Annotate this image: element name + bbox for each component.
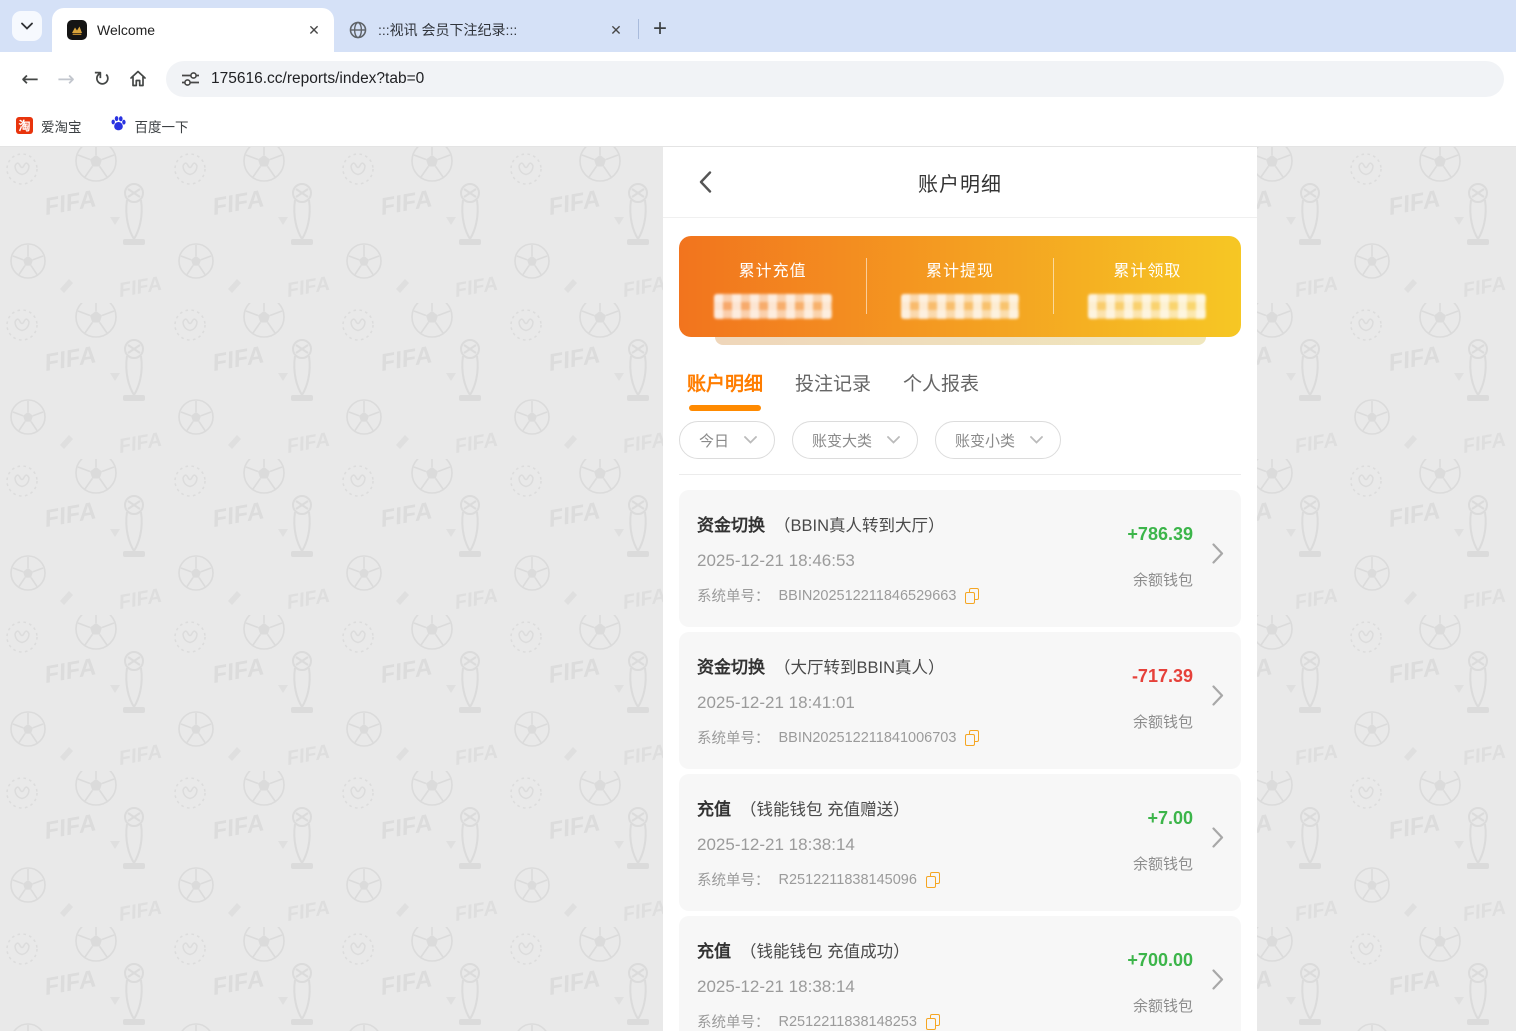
browser-toolbar: ← → ↻ 175616.cc/reports/index?tab=0 [0,52,1516,105]
bookmark-label: 爱淘宝 [41,119,82,135]
filter-major-category-select[interactable]: 账变大类 [792,421,919,459]
bookmark-label: 百度一下 [134,119,189,135]
filter-row: 今日 账变大类 账变小类 [679,411,1241,475]
browser-window: Welcome ✕ :::视讯 会员下注纪录::: ✕ + ← → ↻ 1756… [0,0,1516,1031]
bookmarks-bar: 淘 爱淘宝 百度一下 [0,105,1516,147]
record-detail: （钱能钱包 充值成功） [740,943,910,961]
summary-label: 累计领取 [1113,263,1182,280]
record-wallet: 余额钱包 [1132,998,1193,1015]
summary-label: 累计提现 [925,263,994,280]
chevron-right-icon[interactable] [1212,827,1224,853]
chevron-down-icon [21,22,33,30]
record-type: 资金切换 [697,516,765,535]
chevron-right-icon[interactable] [1212,685,1224,711]
chevron-down-icon [744,436,757,444]
bookmark-baidu[interactable]: 百度一下 [110,115,189,137]
order-label: 系统单号： [697,873,770,889]
browser-tab-records[interactable]: :::视讯 会员下注纪录::: ✕ [334,8,634,52]
summary-label: 累计充值 [738,263,807,280]
tab-title: :::视讯 会员下注纪录::: [378,22,518,38]
masked-value [900,294,1019,319]
back-chevron-icon[interactable] [691,168,719,196]
tab-bet-records[interactable]: 投注记录 [795,369,871,411]
tab-divider [638,19,639,39]
order-number: BBIN202512211841006703 [778,729,957,746]
record-list: 资金切换 （BBIN真人转到大厅） 2025-12-21 18:46:53 系统… [679,475,1241,1031]
masked-value [713,294,832,319]
page-title: 账户明细 [918,173,1002,196]
tab-search-button[interactable] [12,11,42,41]
record-card[interactable]: 资金切换 （大厅转到BBIN真人） 2025-12-21 18:41:01 系统… [679,632,1241,769]
chevron-right-icon[interactable] [1212,969,1224,995]
summary-total-claimed: 累计领取 [1054,236,1241,337]
filter-date-select[interactable]: 今日 [679,421,776,459]
close-tab-icon[interactable]: ✕ [606,20,626,40]
summary-card-shadow-strip [714,337,1206,345]
chevron-down-icon [1030,436,1043,444]
order-label: 系统单号： [697,589,770,605]
copy-icon[interactable] [925,1014,940,1030]
address-bar[interactable]: 175616.cc/reports/index?tab=0 [166,60,1504,97]
filter-label: 账变小类 [955,432,1016,450]
site-settings-icon[interactable] [182,71,199,86]
record-amount: +700.00 [1127,950,1193,970]
globe-icon [348,20,368,40]
record-detail: （大厅转到BBIN真人） [774,659,945,677]
record-wallet: 余额钱包 [1132,856,1193,873]
copy-icon[interactable] [965,730,980,746]
filter-minor-category-select[interactable]: 账变小类 [935,421,1062,459]
new-tab-button[interactable]: + [645,14,675,44]
filter-label: 账变大类 [812,432,873,450]
filter-label: 今日 [699,432,730,450]
forward-button[interactable]: → [48,61,84,97]
tab-account-detail[interactable]: 账户明细 [687,369,763,411]
record-detail: （BBIN真人转到大厅） [774,517,945,535]
chevron-down-icon [887,436,900,444]
record-amount: -717.39 [1131,666,1193,686]
order-label: 系统单号： [697,731,770,747]
tab-strip: Welcome ✕ :::视讯 会员下注纪录::: ✕ + [0,0,1516,52]
copy-icon[interactable] [925,872,940,888]
record-amount: +7.00 [1147,808,1193,828]
record-wallet: 余额钱包 [1132,714,1193,731]
reload-button[interactable]: ↻ [84,61,120,97]
bookmark-aitaobao[interactable]: 淘 爱淘宝 [16,116,82,136]
order-number: R2512211838148253 [778,1013,917,1030]
browser-tab-welcome[interactable]: Welcome ✕ [52,8,334,52]
order-number: BBIN202512211846529663 [778,587,957,604]
back-button[interactable]: ← [12,61,48,97]
tab-title: Welcome [97,22,156,38]
url-text[interactable]: 175616.cc/reports/index?tab=0 [211,70,424,88]
taobao-icon: 淘 [16,117,33,134]
summary-card: 累计充值 累计提现 累计领取 [679,236,1241,337]
order-label: 系统单号： [697,1015,770,1031]
summary-total-withdraw: 累计提现 [866,236,1053,337]
record-detail: （钱能钱包 充值赠送） [740,801,910,819]
record-amount: +786.39 [1127,524,1193,544]
summary-total-deposit: 累计充值 [679,236,866,337]
report-tabs: 账户明细 投注记录 个人报表 [679,345,1241,411]
summary-divider [1052,258,1054,314]
masked-value [1088,294,1207,319]
record-type: 充值 [697,942,731,961]
site-favicon-icon [67,20,87,40]
record-card[interactable]: 充值 （钱能钱包 充值成功） 2025-12-21 18:38:14 系统单号：… [679,916,1241,1031]
copy-icon[interactable] [965,588,980,604]
record-card[interactable]: 资金切换 （BBIN真人转到大厅） 2025-12-21 18:46:53 系统… [679,490,1241,627]
home-button[interactable] [120,61,156,97]
account-detail-panel: 账户明细 累计充值 累计提现 累计领取 账户明细 投注记录 个人报表 今日 账变… [663,147,1257,1031]
tab-personal-report[interactable]: 个人报表 [903,369,979,411]
baidu-paw-icon [110,115,127,137]
page-background: FIFA FIFA [0,147,1516,1031]
record-type: 资金切换 [697,658,765,677]
record-card[interactable]: 充值 （钱能钱包 充值赠送） 2025-12-21 18:38:14 系统单号：… [679,774,1241,911]
close-tab-icon[interactable]: ✕ [304,20,324,40]
panel-body: 累计充值 累计提现 累计领取 账户明细 投注记录 个人报表 今日 账变大类 账变… [663,218,1257,1031]
record-wallet: 余额钱包 [1132,572,1193,589]
record-type: 充值 [697,800,731,819]
chevron-right-icon[interactable] [1212,543,1224,569]
summary-divider [865,258,867,314]
order-number: R2512211838145096 [778,871,917,888]
panel-header: 账户明细 [663,147,1257,218]
